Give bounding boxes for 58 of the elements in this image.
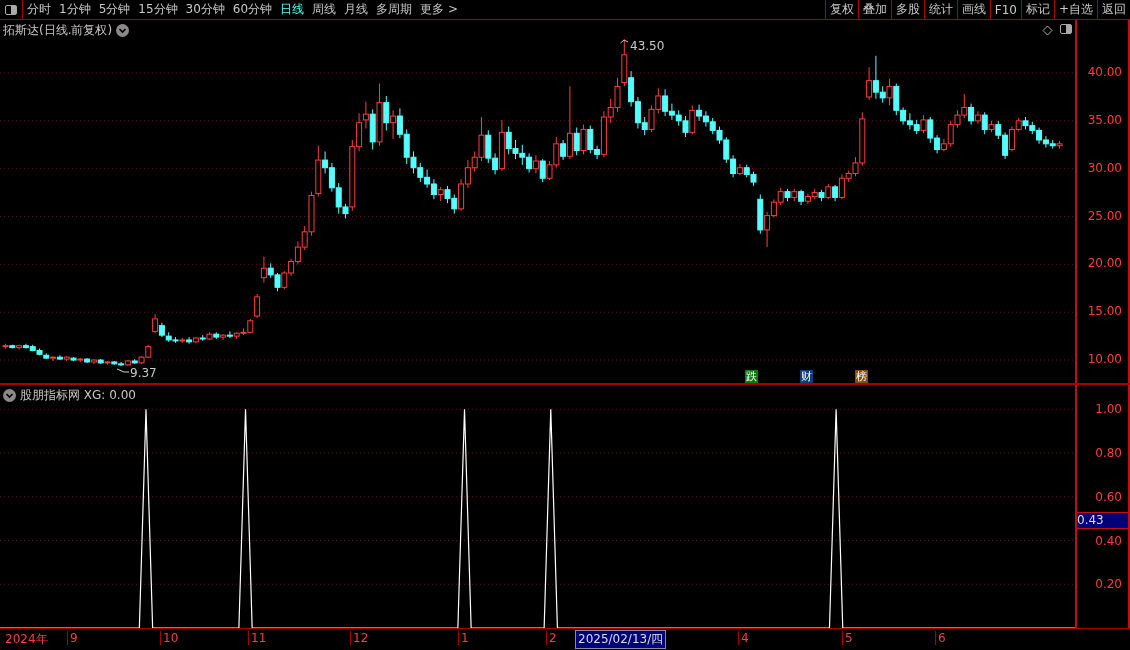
period-tab[interactable]: 月线 (340, 0, 373, 19)
panel-toggle-icon[interactable] (5, 4, 17, 15)
high-price-label: 43.50 (630, 39, 665, 53)
price-axis-label: 35.00 (1087, 112, 1122, 127)
event-tag[interactable]: 榜 (855, 370, 868, 383)
month-label: 11 (248, 631, 267, 645)
month-label: 4 (738, 631, 749, 645)
event-tag[interactable]: 跌 (745, 370, 758, 383)
price-axis-label: 30.00 (1087, 160, 1122, 175)
value-axis-label: 1.00 (1095, 402, 1122, 417)
value-axis-label: 0.60 (1095, 489, 1122, 504)
cursor-date-label: 2025/02/13/四 (575, 630, 667, 649)
low-price-label: 9.37 (130, 366, 157, 380)
period-tab[interactable]: 更多 > (416, 0, 462, 19)
month-label: 12 (350, 631, 369, 645)
month-label: 1 (458, 631, 469, 645)
toolbar-button[interactable]: 返回 (1097, 0, 1130, 19)
toolbar-button[interactable]: 统计 (923, 0, 957, 19)
month-label: 2 (546, 631, 557, 645)
period-tab[interactable]: 周线 (308, 0, 341, 19)
price-axis-label: 10.00 (1087, 352, 1122, 367)
toolbar-button[interactable]: 画线 (956, 0, 990, 19)
toolbar-button[interactable]: 复权 (824, 0, 858, 19)
toolbar-button[interactable]: +自选 (1053, 0, 1097, 19)
chevron-down-icon[interactable] (3, 389, 16, 402)
price-axis-label: 40.00 (1087, 65, 1122, 79)
cursor-value-label: 0.43 (1077, 512, 1128, 529)
toolbar-button[interactable]: 多股 (890, 0, 924, 19)
month-label: 10 (160, 631, 179, 645)
period-tab[interactable]: 分时 (23, 0, 55, 19)
toolbar-button[interactable]: 叠加 (857, 0, 891, 19)
leader-line (620, 39, 629, 44)
period-tab[interactable]: 30分钟 (181, 0, 229, 19)
period-tab[interactable]: 日线 (276, 0, 309, 19)
value-axis-label: 0.40 (1095, 533, 1122, 548)
period-tab[interactable]: 1分钟 (55, 0, 95, 19)
panel-toggle-icon[interactable] (1060, 24, 1072, 34)
chart-title: 拓斯达(日线.前复权) (3, 22, 113, 39)
chevron-down-icon[interactable] (116, 24, 130, 37)
month-label: 6 (935, 631, 946, 645)
toolbar-button[interactable]: 标记 (1020, 0, 1054, 19)
year-label: 2024年 (4, 631, 48, 648)
period-tab[interactable]: 5分钟 (94, 0, 135, 19)
leader-line (116, 368, 130, 373)
value-axis-label: 0.20 (1095, 577, 1122, 592)
event-tag[interactable]: 财 (800, 370, 813, 383)
period-tab[interactable]: 60分钟 (228, 0, 277, 19)
price-axis-label: 15.00 (1087, 304, 1122, 319)
price-axis-label: 25.00 (1087, 208, 1122, 223)
value-axis-label: 0.80 (1095, 446, 1122, 460)
period-tab[interactable]: 15分钟 (134, 0, 182, 19)
price-axis-label: 20.00 (1087, 256, 1122, 271)
month-label: 5 (842, 631, 853, 645)
diamond-icon[interactable] (1042, 25, 1053, 36)
period-tab[interactable]: 多周期 (372, 0, 417, 19)
indicator-title: 股朋指标网 XG: 0.00 (20, 387, 136, 404)
month-label: 9 (67, 631, 78, 645)
toolbar-button[interactable]: F10 (989, 0, 1021, 19)
